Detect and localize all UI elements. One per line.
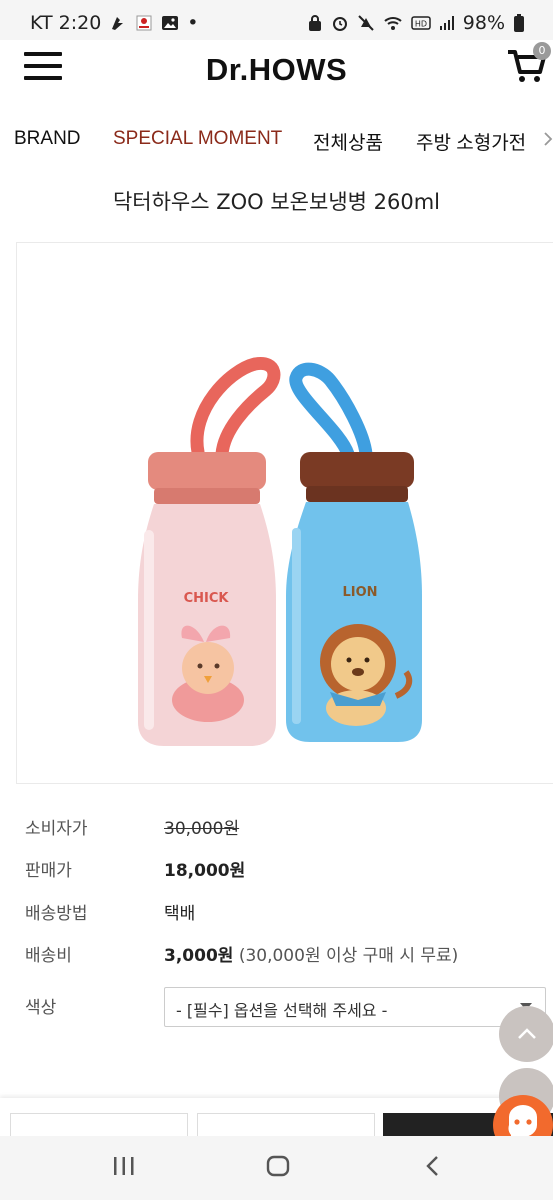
bottle-left-label: CHICK — [184, 591, 230, 606]
color-option-placeholder[interactable]: - [필수] 옵션을 선택해 주세요 - — [176, 997, 387, 1021]
carrier-time: KT 2:20 — [30, 12, 102, 34]
shipping-fee-row: 3,000원 (30,000원 이상 구매 시 무료) — [164, 941, 458, 966]
shipping-free-note: (30,000원 이상 구매 시 무료) — [238, 946, 459, 966]
bottle-right-label: LION — [342, 585, 377, 600]
shipping-fee: 3,000원 — [164, 946, 234, 966]
status-right: HD 98% — [307, 12, 525, 34]
consumer-price-label: 소비자가 — [25, 819, 88, 839]
nav-item-special-moment[interactable]: SPECIAL MOMENT — [113, 128, 282, 150]
mute-icon — [358, 15, 374, 31]
product-image: CHICK LION — [138, 357, 422, 746]
shipping-fee-label: 배송비 — [25, 946, 72, 966]
gallery-icon — [162, 16, 179, 30]
nav-item-brand[interactable]: BRAND — [14, 128, 81, 150]
scroll-top-button[interactable] — [499, 1006, 553, 1062]
sale-price: 18,000원 — [164, 861, 246, 881]
cart-count-badge: 0 — [533, 42, 551, 60]
status-left: KT 2:20 • — [30, 12, 199, 34]
notification-badge-icon — [136, 15, 152, 31]
back-icon[interactable] — [424, 1155, 442, 1177]
nav-item-all-products[interactable]: 전체상품 — [313, 128, 383, 155]
nav-item-kitchen-appliances[interactable]: 주방 소형가전 — [416, 128, 526, 155]
battery-level: 98% — [462, 12, 505, 34]
signal-icon — [439, 16, 454, 30]
wifi-icon — [384, 17, 402, 30]
shipping-method: 택배 — [164, 904, 196, 924]
nav-more-icon[interactable] — [543, 131, 553, 147]
alarm-icon — [332, 17, 347, 31]
svg-text:HD: HD — [415, 20, 427, 29]
battery-icon — [514, 14, 524, 32]
status-dot: • — [187, 12, 199, 34]
consumer-price: 30,000원 — [164, 819, 240, 839]
chevron-up-icon — [518, 1028, 536, 1039]
hd-icon: HD — [411, 16, 431, 30]
lock-icon — [308, 15, 321, 31]
recents-icon[interactable] — [112, 1155, 136, 1177]
notification-app-icon — [112, 17, 124, 30]
home-icon[interactable] — [266, 1155, 290, 1177]
product-title: 닥터하우스 ZOO 보온보냉병 260ml — [112, 190, 441, 214]
brand-logo[interactable]: Dr.HOWS — [0, 52, 553, 88]
color-option-label: 색상 — [25, 998, 57, 1018]
shipping-method-label: 배송방법 — [25, 904, 88, 924]
sale-price-label: 판매가 — [25, 861, 72, 881]
